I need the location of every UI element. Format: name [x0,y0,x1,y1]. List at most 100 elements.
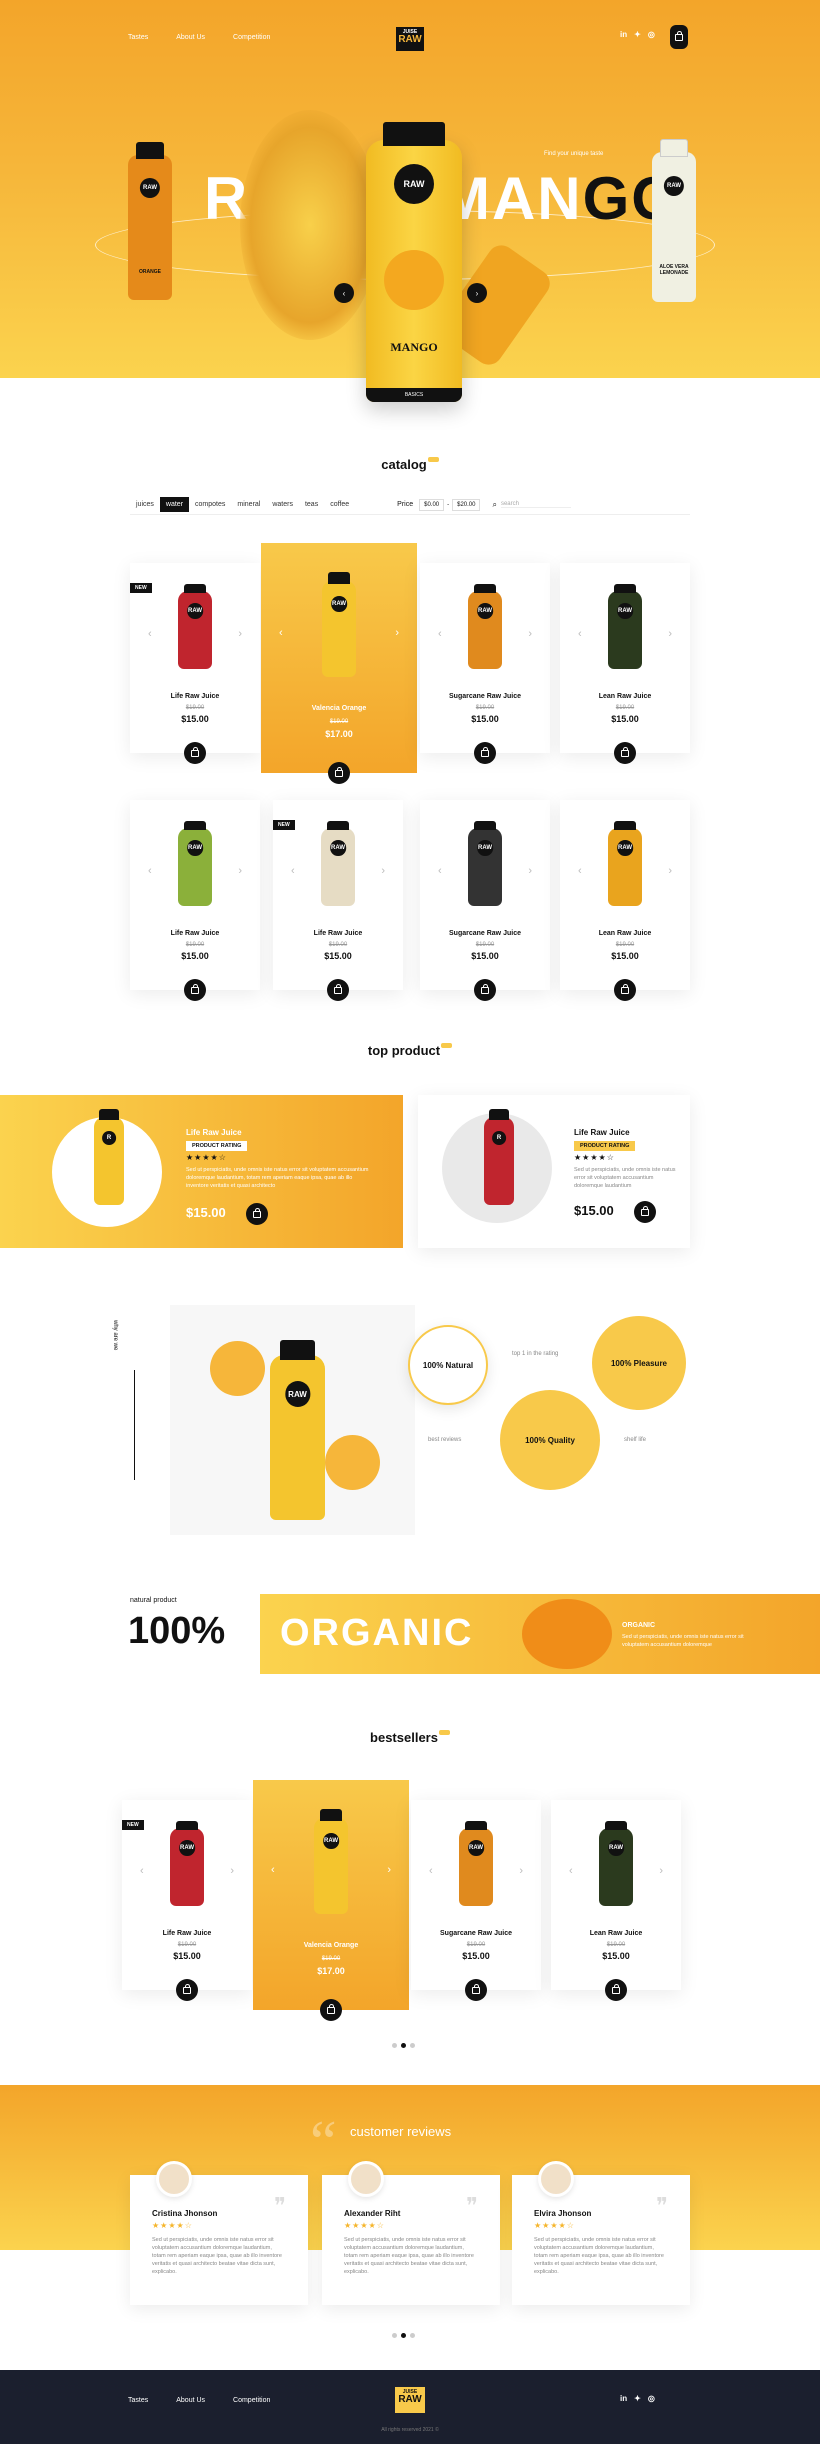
product-name[interactable]: Lean Raw Juice [551,1930,681,1937]
tab-coffee[interactable]: coffee [324,497,355,512]
next-arrow-icon[interactable]: › [381,865,385,877]
add-to-cart-button[interactable] [327,979,349,1001]
prev-arrow-icon[interactable]: ‹ [271,1864,275,1876]
tab-compotes[interactable]: compotes [189,497,231,512]
page-dot-active[interactable] [401,2043,406,2048]
tab-water[interactable]: water [159,497,190,512]
prev-arrow-icon[interactable]: ‹ [438,628,442,640]
top-right-cart-button[interactable] [634,1201,656,1223]
product-name[interactable]: Life Raw Juice [122,1930,252,1937]
product-name[interactable]: Life Raw Juice [130,693,260,700]
page-dot[interactable] [410,2333,415,2338]
next-arrow-icon[interactable]: › [528,628,532,640]
price-min-input[interactable]: $0.00 [419,498,445,511]
prev-arrow-icon[interactable]: ‹ [291,865,295,877]
top-right-stars: ★★★★☆ [574,1153,615,1162]
prev-arrow-icon[interactable]: ‹ [438,865,442,877]
add-to-cart-button[interactable] [328,762,350,784]
search-icon[interactable]: ⌕ [492,500,496,510]
tab-teas[interactable]: teas [299,497,324,512]
add-to-cart-button[interactable] [614,979,636,1001]
product-name[interactable]: Life Raw Juice [273,930,403,937]
add-to-cart-button[interactable] [320,1999,342,2021]
product-name[interactable]: Sugarcane Raw Juice [420,930,550,937]
next-arrow-icon[interactable]: › [659,1865,663,1877]
product-card[interactable]: RAW ‹ › Lean Raw Juice $19.00 $15.00 [560,800,690,1001]
linkedin-icon[interactable]: in [620,30,627,39]
product-name[interactable]: Life Raw Juice [130,930,260,937]
next-arrow-icon[interactable]: › [668,628,672,640]
price-max-input[interactable]: $20.00 [452,498,481,511]
prev-arrow-icon[interactable]: ‹ [148,865,152,877]
search-input[interactable]: search [500,501,571,508]
tab-mineral[interactable]: mineral [231,497,266,512]
add-to-cart-button[interactable] [474,979,496,1001]
product-card[interactable]: RAW ‹ › Sugarcane Raw Juice $19.00 $15.00 [420,800,550,1001]
product-bottle-image: RAW [322,572,356,677]
nav-link-tastes[interactable]: Tastes [128,34,148,41]
footer-logo[interactable]: JUISE RAW [395,2387,425,2413]
prev-arrow-icon[interactable]: ‹ [578,865,582,877]
footer-link-tastes[interactable]: Tastes [128,2397,148,2404]
twitter-icon[interactable]: ✦ [634,2394,641,2403]
prev-arrow-icon[interactable]: ‹ [578,628,582,640]
product-card[interactable]: RAW ‹ › Valencia Orange $19.00 $17.00 [253,1780,409,2021]
page-dot[interactable] [392,2043,397,2048]
add-to-cart-button[interactable] [614,742,636,764]
product-name[interactable]: Valencia Orange [261,705,417,712]
product-card[interactable]: RAW ‹ › Sugarcane Raw Juice $19.00 $15.00 [411,1800,541,2001]
product-card[interactable]: RAW ‹ › Lean Raw Juice $19.00 $15.00 [560,563,690,764]
prev-arrow-icon[interactable]: ‹ [148,628,152,640]
product-card[interactable]: RAW ‹ › Valencia Orange $19.00 $17.00 [261,543,417,784]
next-arrow-icon[interactable]: › [238,865,242,877]
next-arrow-icon[interactable]: › [238,628,242,640]
twitter-icon[interactable]: ✦ [634,30,641,39]
product-card[interactable]: RAW NEW ‹ › Life Raw Juice $19.00 $15.00 [130,563,260,764]
product-card[interactable]: RAW NEW ‹ › Life Raw Juice $19.00 $15.00 [122,1800,252,2001]
site-logo[interactable]: JUISE RAW [396,27,424,51]
instagram-icon[interactable]: ◎ [648,30,655,39]
page-dot-active[interactable] [401,2333,406,2338]
next-arrow-icon[interactable]: › [387,1864,391,1876]
prev-arrow-icon[interactable]: ‹ [429,1865,433,1877]
linkedin-icon[interactable]: in [620,2394,627,2403]
add-to-cart-button[interactable] [184,979,206,1001]
next-arrow-icon[interactable]: › [395,627,399,639]
add-to-cart-button[interactable] [465,1979,487,2001]
nav-link-competition[interactable]: Competition [233,34,270,41]
product-old-price: $19.00 [475,942,495,948]
nav-link-about[interactable]: About Us [176,34,205,41]
cart-icon[interactable] [670,25,688,49]
product-card[interactable]: RAW NEW ‹ › Life Raw Juice $19.00 $15.00 [273,800,403,1001]
footer-link-competition[interactable]: Competition [233,2397,270,2404]
top-left-cart-button[interactable] [246,1203,268,1225]
page-dot[interactable] [410,2043,415,2048]
product-card[interactable]: RAW ‹ › Life Raw Juice $19.00 $15.00 [130,800,260,1001]
prev-arrow-icon[interactable]: ‹ [569,1865,573,1877]
next-arrow-icon[interactable]: › [668,865,672,877]
add-to-cart-button[interactable] [474,742,496,764]
tab-juices[interactable]: juices [130,497,160,512]
prev-arrow-icon[interactable]: ‹ [140,1865,144,1877]
hero-next-button[interactable]: › [467,283,487,303]
page-dot[interactable] [392,2333,397,2338]
product-name[interactable]: Sugarcane Raw Juice [411,1930,541,1937]
footer-link-about[interactable]: About Us [176,2397,205,2404]
product-name[interactable]: Sugarcane Raw Juice [420,693,550,700]
product-name[interactable]: Lean Raw Juice [560,930,690,937]
main-bottle-sub: BASICS [366,388,462,402]
next-arrow-icon[interactable]: › [519,1865,523,1877]
next-arrow-icon[interactable]: › [528,865,532,877]
add-to-cart-button[interactable] [176,1979,198,2001]
product-name[interactable]: Valencia Orange [253,1942,409,1949]
product-card[interactable]: RAW ‹ › Lean Raw Juice $19.00 $15.00 [551,1800,681,2001]
product-card[interactable]: RAW ‹ › Sugarcane Raw Juice $19.00 $15.00 [420,563,550,764]
hero-prev-button[interactable]: ‹ [334,283,354,303]
prev-arrow-icon[interactable]: ‹ [279,627,283,639]
product-name[interactable]: Lean Raw Juice [560,693,690,700]
tab-waters[interactable]: waters [266,497,299,512]
next-arrow-icon[interactable]: › [230,1865,234,1877]
instagram-icon[interactable]: ◎ [648,2394,655,2403]
add-to-cart-button[interactable] [605,1979,627,2001]
add-to-cart-button[interactable] [184,742,206,764]
